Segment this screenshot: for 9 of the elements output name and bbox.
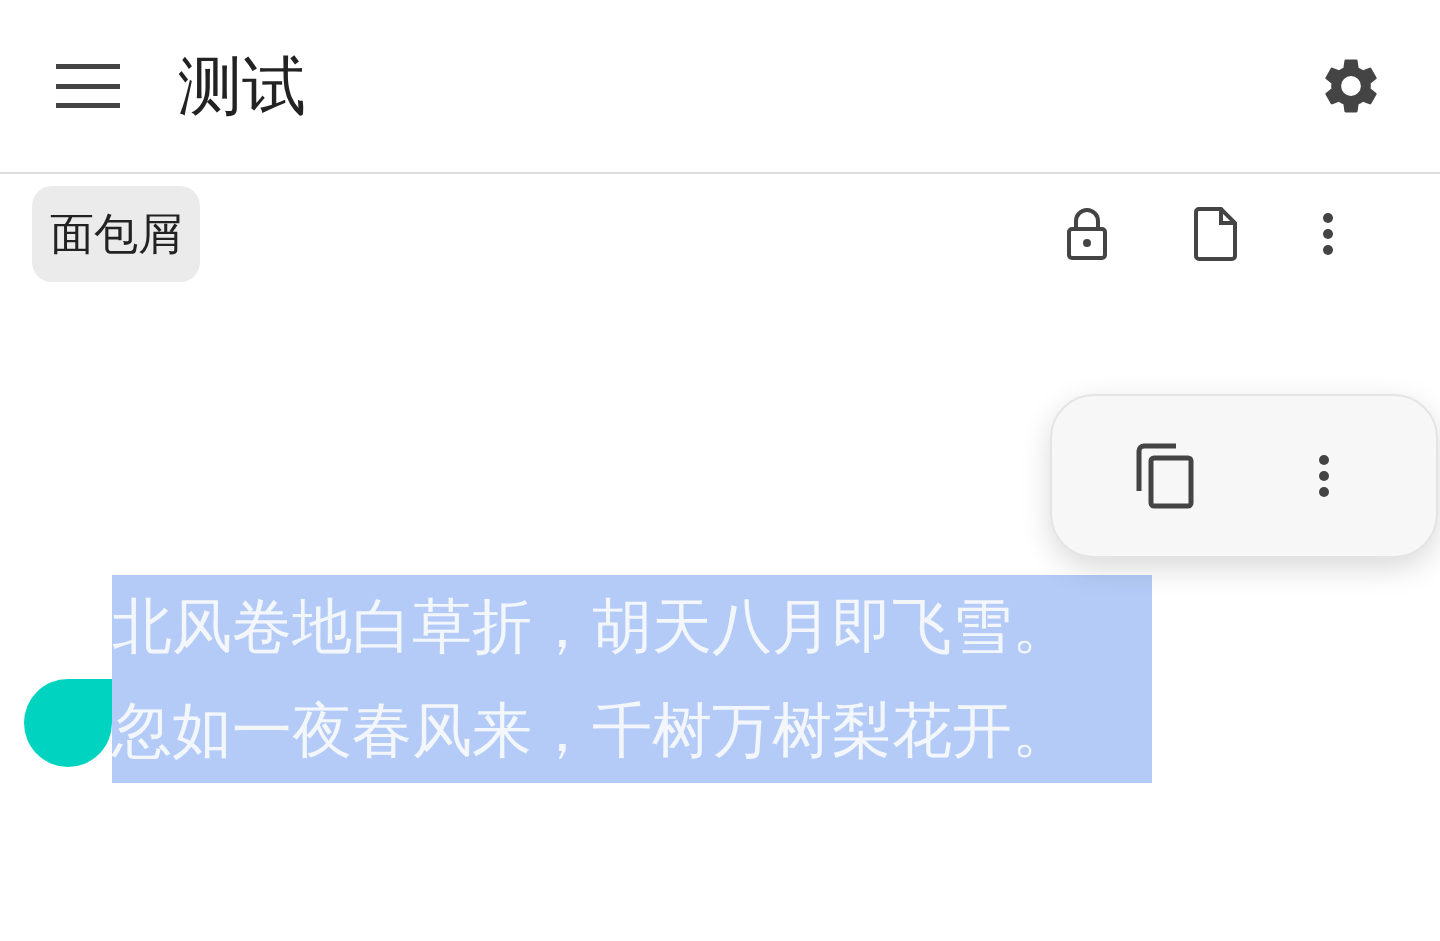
menu-button[interactable] <box>56 64 120 108</box>
file-icon[interactable] <box>1192 206 1238 262</box>
breadcrumb-chip[interactable]: 面包屑 <box>32 186 200 282</box>
more-icon <box>1322 212 1334 256</box>
lock-icon[interactable] <box>1066 207 1108 261</box>
app-title: 测试 <box>178 54 306 118</box>
more-icon <box>1318 454 1330 498</box>
copy-icon[interactable] <box>1136 443 1194 509</box>
selected-text: 北风卷地白草折，胡天八月即飞雪。 忽如一夜春风来，千树万树梨花开。 <box>112 575 1152 783</box>
